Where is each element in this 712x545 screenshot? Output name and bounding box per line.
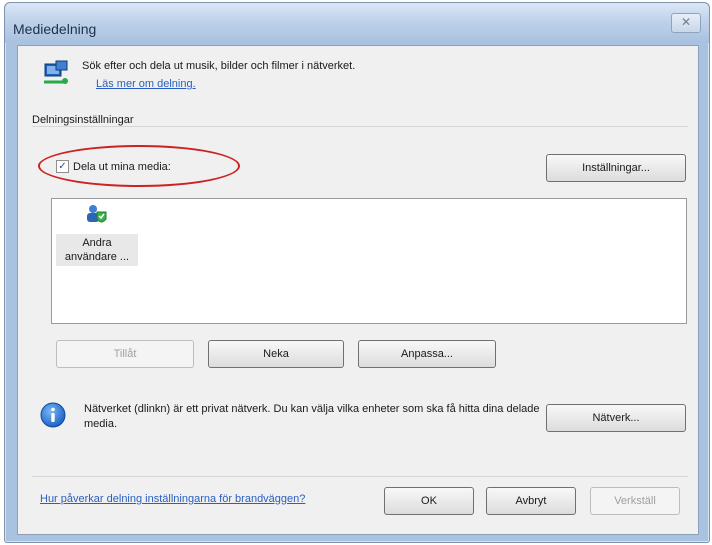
deny-button[interactable]: Neka: [208, 340, 344, 368]
network-info-text: Nätverket (dlinkn) är ett privat nätverk…: [84, 403, 540, 430]
dialog-body: Sök efter och dela ut musik, bilder och …: [17, 45, 699, 535]
header-description: Sök efter och dela ut musik, bilder och …: [82, 60, 356, 72]
learn-more-link[interactable]: Läs mer om delning.: [96, 78, 196, 90]
ok-button[interactable]: OK: [384, 487, 474, 515]
apply-button[interactable]: Verkställ: [590, 487, 680, 515]
list-item[interactable]: Andra användare ...: [56, 203, 138, 266]
allow-button[interactable]: Tillåt: [56, 340, 194, 368]
cancel-button[interactable]: Avbryt: [486, 487, 576, 515]
info-icon: [40, 402, 66, 428]
list-item-label-line1: Andra: [82, 237, 112, 249]
list-item-label-line2: användare ...: [64, 251, 130, 263]
highlight-oval: [38, 145, 240, 187]
firewall-help-link[interactable]: Hur påverkar delning inställningarna för…: [40, 493, 305, 505]
media-sharing-icon: [44, 60, 68, 84]
dialog-window: Mediedelning ✕ Sök efter och dela ut mus…: [4, 2, 710, 543]
customize-button[interactable]: Anpassa...: [358, 340, 496, 368]
section-divider: [32, 126, 688, 127]
network-button[interactable]: Nätverk...: [546, 404, 686, 432]
title-bar[interactable]: Mediedelning ✕: [5, 3, 709, 43]
close-button[interactable]: ✕: [671, 13, 701, 33]
window-title: Mediedelning: [13, 21, 97, 37]
footer-divider: [32, 476, 688, 477]
users-shield-icon: [87, 205, 107, 223]
device-list[interactable]: Andra användare ...: [51, 198, 687, 324]
settings-button[interactable]: Inställningar...: [546, 154, 686, 182]
section-label: Delningsinställningar: [32, 114, 134, 126]
